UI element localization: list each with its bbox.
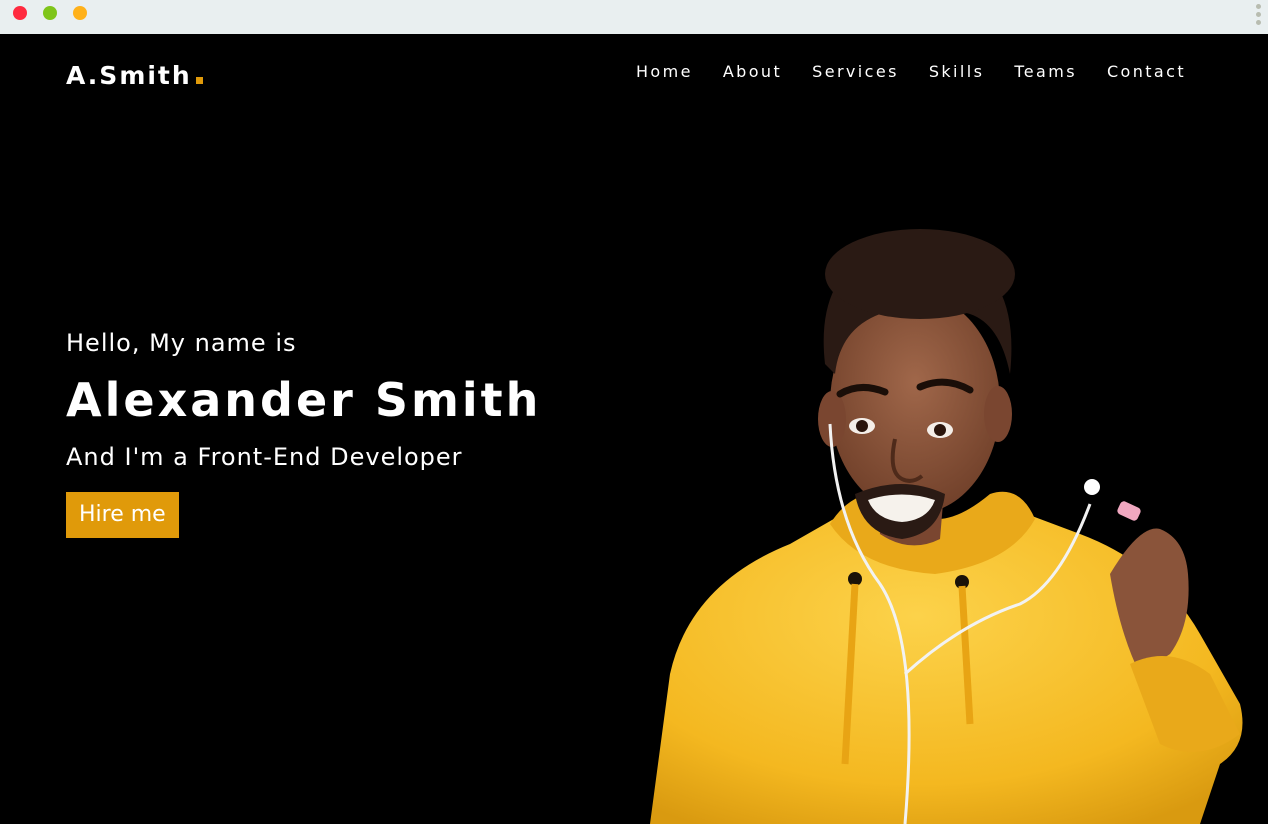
more-options-icon[interactable] <box>1254 0 1262 28</box>
maximize-window-button[interactable] <box>43 6 57 20</box>
main-nav: Home About Services Skills Teams Contact <box>636 62 1186 82</box>
minimize-window-button[interactable] <box>73 6 87 20</box>
hire-me-button[interactable]: Hire me <box>66 492 179 538</box>
hero-portrait-image <box>650 229 1243 824</box>
nav-item-home[interactable]: Home <box>636 62 693 82</box>
hero-intro: Hello, My name is Alexander Smith And I'… <box>66 328 541 538</box>
close-window-button[interactable] <box>13 6 27 20</box>
nav-item-skills[interactable]: Skills <box>929 62 985 82</box>
nav-item-services[interactable]: Services <box>812 62 899 82</box>
logo-dot-icon <box>195 77 203 84</box>
nav-item-teams[interactable]: Teams <box>1014 62 1077 82</box>
hero-name: Alexander Smith <box>66 373 542 427</box>
page: A.Smith Home About Services Skills Teams… <box>0 34 1268 824</box>
brand-logo[interactable]: A.Smith <box>66 61 203 91</box>
nav-item-about[interactable]: About <box>723 62 782 82</box>
nav-item-contact[interactable]: Contact <box>1107 62 1186 82</box>
hero-role: And I'm a Front-End Developer <box>66 443 463 471</box>
brand-logo-text: A.Smith <box>66 61 192 90</box>
hero-greeting: Hello, My name is <box>66 329 297 357</box>
window-titlebar <box>0 0 1268 34</box>
